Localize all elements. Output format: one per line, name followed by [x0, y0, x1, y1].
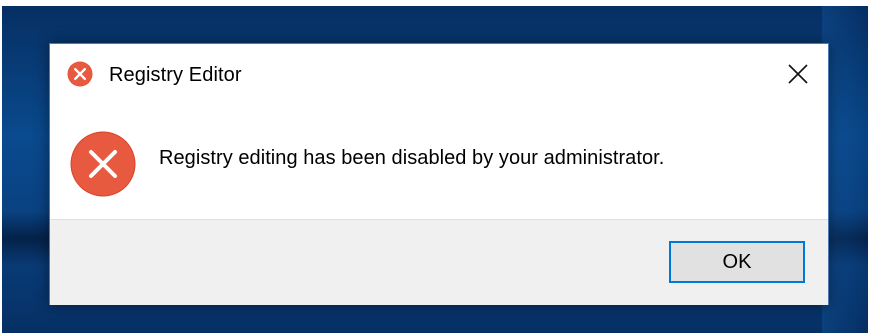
message-area: Registry editing has been disabled by yo…	[50, 104, 828, 219]
title-bar[interactable]: Registry Editor	[50, 44, 828, 104]
error-icon	[67, 61, 93, 87]
error-dialog: Registry Editor Registry editing has bee…	[49, 43, 829, 305]
dialog-footer: OK	[50, 219, 828, 305]
close-icon	[787, 63, 809, 85]
error-icon	[70, 131, 136, 197]
ok-button[interactable]: OK	[669, 241, 805, 283]
close-button[interactable]	[768, 44, 828, 104]
dialog-title: Registry Editor	[109, 64, 242, 86]
error-message: Registry editing has been disabled by yo…	[159, 147, 665, 169]
